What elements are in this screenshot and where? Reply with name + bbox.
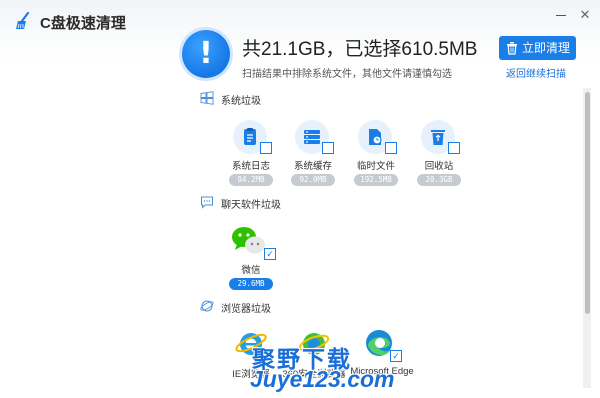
broom-icon (16, 12, 30, 29)
item-label: 系统缓存 (293, 161, 332, 172)
wechat-icon (231, 224, 267, 258)
chat-icon (201, 196, 213, 209)
rescan-link[interactable]: 返回继续扫描 (506, 65, 566, 80)
clean-now-label: 立即清理 (522, 41, 571, 55)
item-size: 94.2MB (229, 174, 273, 186)
trash-icon (507, 42, 517, 55)
item-checkbox[interactable] (448, 142, 460, 154)
alert-icon: ! (182, 30, 230, 78)
window-title: C盘极速清理 (40, 15, 126, 32)
item-size: 192.5MB (354, 174, 398, 186)
close-button[interactable]: ✕ (576, 8, 594, 22)
item-size: 92.0MB (291, 174, 335, 186)
watermark-en: Juye123.com (250, 366, 395, 392)
summary-title: 共21.1GB，已选择610.5MB (242, 39, 478, 60)
item-label: 回收站 (424, 161, 454, 172)
app-window: C盘极速清理 ✕ ! 共21.1GB，已选择610.5MB 扫描结果中排除系统文… (0, 0, 600, 398)
item-checkbox[interactable]: ✓ (264, 248, 276, 260)
scrollbar-thumb[interactable] (585, 92, 590, 314)
item-system-cache[interactable]: 系统缓存 92.0MB (282, 120, 344, 210)
item-size: 29.6MB (229, 278, 273, 290)
item-recycle-bin[interactable]: 回收站 20.3GB (408, 120, 470, 210)
section-browser-title: 浏览器垃圾 (221, 304, 271, 315)
watermark: 聚野下载 Juye123.com (234, 340, 394, 398)
item-checkbox[interactable] (322, 142, 334, 154)
item-temp-files[interactable]: 临时文件 192.5MB (345, 120, 407, 210)
item-size: 20.3GB (417, 174, 461, 186)
item-label: 系统日志 (231, 161, 270, 172)
browser-icon (200, 300, 214, 312)
windows-icon (200, 91, 214, 105)
section-chat-title: 聊天软件垃圾 (221, 200, 281, 211)
item-checkbox[interactable] (385, 142, 397, 154)
section-system-title: 系统垃圾 (221, 96, 261, 107)
minimize-button[interactable] (552, 8, 570, 22)
item-label: 临时文件 (356, 161, 395, 172)
item-label: 微信 (241, 265, 261, 276)
summary-subtitle: 扫描结果中排除系统文件，其他文件请谨慎勾选 (242, 69, 452, 80)
item-checkbox[interactable] (260, 142, 272, 154)
clean-now-button[interactable]: 立即清理 (499, 36, 576, 60)
